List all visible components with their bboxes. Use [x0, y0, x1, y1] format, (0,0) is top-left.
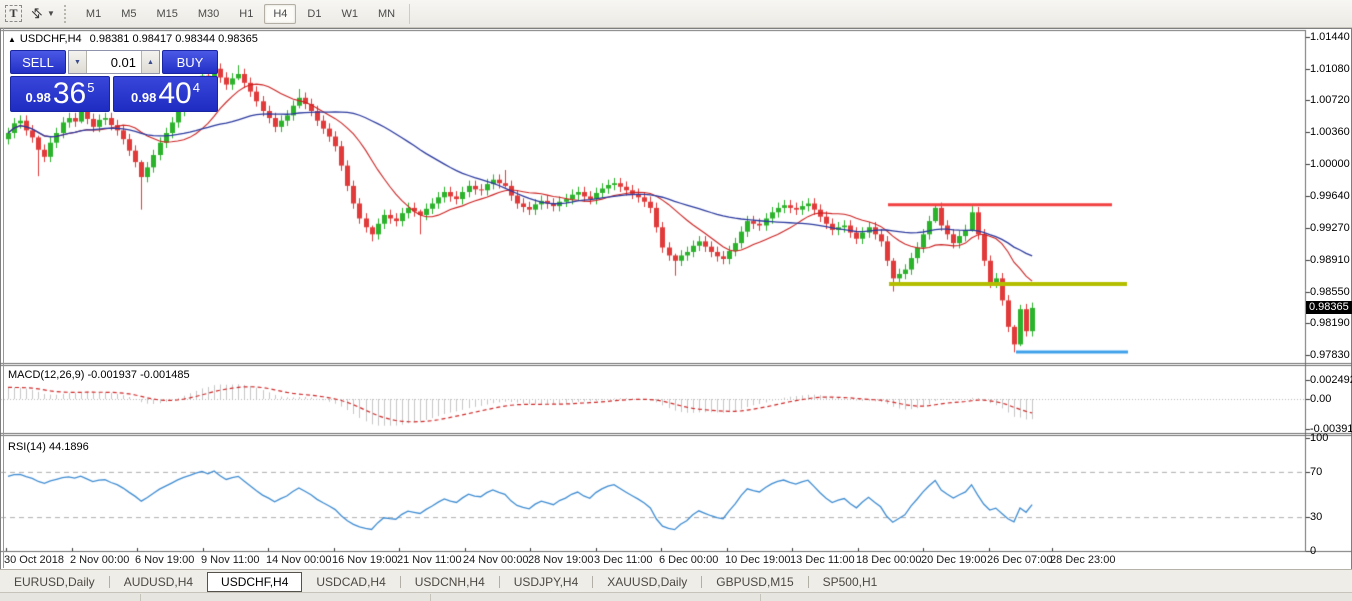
sell-price-prefix: 0.98 — [26, 90, 51, 109]
chart-tab-bar: EURUSD,DailyAUDUSD,H4USDCHF,H4USDCAD,H4U… — [0, 569, 1352, 593]
chart-tab-usdcnh[interactable]: USDCNH,H4 — [401, 573, 499, 591]
chart-tab-eurusd[interactable]: EURUSD,Daily — [0, 573, 109, 591]
buy-button[interactable]: BUY — [162, 50, 218, 74]
volume-input[interactable]: 0.01 — [87, 51, 141, 73]
rsi-indicator-label: RSI(14) 44.1896 — [8, 441, 89, 453]
buy-price-button[interactable]: 0.98404 — [113, 76, 218, 112]
macd-indicator-label: MACD(12,26,9) -0.001937 -0.001485 — [8, 369, 190, 381]
chart-ohlc-values: 0.98381 0.98417 0.98344 0.98365 — [90, 33, 258, 45]
buy-price-prefix: 0.98 — [131, 90, 156, 109]
window-inner-border — [3, 28, 4, 568]
chart-tab-sp500[interactable]: SP500,H1 — [809, 573, 892, 591]
chart-tab-gbpusd[interactable]: GBPUSD,M15 — [702, 573, 807, 591]
buy-price-pip: 4 — [193, 80, 200, 95]
volume-increase-button[interactable]: ▲ — [141, 51, 159, 73]
volume-spinner: ▼ 0.01 ▲ — [68, 50, 160, 74]
chart-tab-usdcad[interactable]: USDCAD,H4 — [302, 573, 399, 591]
chart-tab-audusd[interactable]: AUDUSD,H4 — [110, 573, 207, 591]
chart-title: ▲ USDCHF,H4 0.98381 0.98417 0.98344 0.9836… — [8, 33, 258, 45]
sell-price-big: 36 — [53, 79, 86, 109]
volume-decrease-button[interactable]: ▼ — [69, 51, 87, 73]
sell-price-pip: 5 — [87, 80, 94, 95]
chart-tab-usdchf[interactable]: USDCHF,H4 — [207, 572, 302, 592]
collapse-icon[interactable]: ▲ — [8, 35, 16, 44]
sell-button[interactable]: SELL — [10, 50, 66, 74]
buy-price-big: 40 — [158, 79, 191, 109]
chart-tab-usdjpy[interactable]: USDJPY,H4 — [500, 573, 592, 591]
sell-price-button[interactable]: 0.98365 — [10, 76, 110, 112]
chart-symbol: USDCHF,H4 — [20, 33, 82, 45]
chart-tab-xauusd[interactable]: XAUUSD,Daily — [593, 573, 701, 591]
one-click-trading-panel: SELL ▼ 0.01 ▲ BUY 0.98365 0.98404 — [10, 50, 218, 112]
